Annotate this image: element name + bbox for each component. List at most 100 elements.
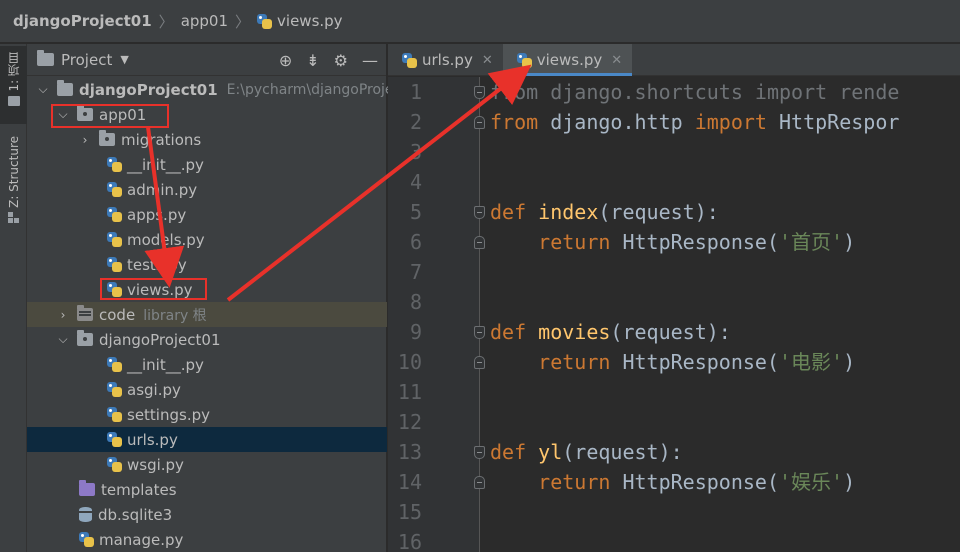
tree-item-tests[interactable]: tests.py (27, 252, 387, 277)
line-number-gutter: 1 2 3 4 5 6 7 8 9 10 11 12 13 14 15 16 (388, 77, 480, 552)
tab-urls[interactable]: urls.py ✕ (388, 44, 503, 76)
code-area[interactable]: 1 2 3 4 5 6 7 8 9 10 11 12 13 14 15 16 from django.shor… (388, 77, 960, 552)
code-line-14: return HttpResponse('娱乐') (538, 470, 856, 494)
breadcrumb-folder[interactable]: app01 (181, 12, 228, 30)
tree-item-label: admin.py (127, 180, 198, 199)
caret-down-icon[interactable]: ▼ (120, 53, 128, 66)
breadcrumb-project[interactable]: djangoProject01 (13, 12, 152, 30)
code-line-1: from django.shortcuts import rende (490, 80, 900, 104)
tree-item-label: migrations (121, 130, 202, 149)
tree-item-pkg-init[interactable]: __init__.py (27, 352, 387, 377)
collapse-icon[interactable]: ⇟ (306, 51, 319, 70)
tree-item-label: manage.py (99, 530, 184, 549)
project-view-selector[interactable]: Project (61, 51, 112, 69)
tree-item-models[interactable]: models.py (27, 227, 387, 252)
python-file-icon (107, 382, 122, 397)
editor: urls.py ✕ views.py ✕ 1 2 3 4 5 6 7 8 9 10 11 12 13 14… (388, 44, 960, 552)
chevron-right-icon[interactable]: › (79, 133, 91, 147)
tree-item-label: templates (101, 480, 177, 499)
tree-item-apps[interactable]: apps.py (27, 202, 387, 227)
structure-tool-tab[interactable]: Z: Structure (0, 136, 27, 246)
python-file-icon (107, 232, 122, 247)
tree-item-app01-init[interactable]: __init__.py (27, 152, 387, 177)
line-number: 2 (409, 110, 422, 134)
tree-item-label: __init__.py (127, 355, 204, 374)
close-icon[interactable]: ✕ (482, 53, 493, 68)
breadcrumb-file[interactable]: views.py (257, 12, 343, 30)
folder-icon (7, 95, 20, 106)
chevron-right-icon: 〉 (235, 12, 251, 31)
line-number: 11 (397, 380, 422, 404)
chevron-right-icon[interactable]: › (57, 308, 69, 322)
breadcrumb-file-label: views.py (277, 12, 343, 30)
fold-marker-icon[interactable] (474, 356, 485, 369)
target-icon[interactable]: ⊕ (279, 51, 292, 70)
tab-label: views.py (536, 51, 603, 69)
fold-marker-icon[interactable] (474, 236, 485, 249)
tree-item-label: djangoProject01 (79, 80, 218, 99)
close-icon[interactable]: ✕ (611, 53, 622, 68)
tree-item-templates[interactable]: templates (27, 477, 387, 502)
folder-icon (37, 50, 54, 66)
tree-item-urls[interactable]: urls.py (27, 427, 387, 452)
line-number: 4 (409, 170, 422, 194)
templates-folder-icon (79, 480, 95, 496)
tree-item-pkg[interactable]: ⌵ djangoProject01 (27, 327, 387, 352)
tree-item-asgi[interactable]: asgi.py (27, 377, 387, 402)
line-number: 16 (397, 530, 422, 552)
tree-item-manage[interactable]: manage.py (27, 527, 387, 552)
tree-item-label: db.sqlite3 (98, 505, 173, 524)
python-file-icon (107, 282, 122, 297)
tree-item-views[interactable]: views.py (27, 277, 387, 302)
package-folder-icon (77, 105, 93, 121)
tree-item-settings[interactable]: settings.py (27, 402, 387, 427)
python-file-icon (107, 432, 122, 447)
python-file-icon (79, 532, 94, 547)
tree-item-label: models.py (127, 230, 205, 249)
gear-icon[interactable]: ⚙ (334, 51, 348, 70)
fold-marker-icon[interactable] (474, 86, 485, 99)
fold-marker-icon[interactable] (474, 446, 485, 459)
chevron-down-icon[interactable]: ⌵ (57, 332, 69, 347)
python-file-icon (516, 52, 532, 68)
line-number: 12 (397, 410, 422, 434)
python-file-icon (257, 13, 273, 29)
library-folder-icon (77, 305, 93, 321)
chevron-down-icon[interactable]: ⌵ (57, 107, 69, 122)
tab-views[interactable]: views.py ✕ (502, 44, 633, 76)
python-file-icon (402, 52, 417, 68)
python-file-icon (107, 257, 122, 272)
breadcrumb: djangoProject01 〉 app01 〉 views.py (0, 0, 960, 43)
code-line-6: return HttpResponse('首页') (538, 230, 856, 254)
tool-window-strip: 1: 项目 Z: Structure (0, 44, 27, 552)
project-path: E:\pycharm\djangoProje (226, 81, 394, 98)
tree-item-admin[interactable]: admin.py (27, 177, 387, 202)
python-file-icon (107, 182, 122, 197)
chevron-down-icon[interactable]: ⌵ (37, 82, 49, 97)
tree-item-db[interactable]: db.sqlite3 (27, 502, 387, 527)
tree-item-migrations[interactable]: › migrations (27, 127, 387, 152)
editor-tab-bar: urls.py ✕ views.py ✕ (388, 44, 960, 76)
tree-item-app01[interactable]: ⌵ app01 (27, 102, 387, 127)
tree-item-label: wsgi.py (127, 455, 184, 474)
tree-item-code[interactable]: › code library 根 (27, 302, 387, 327)
code-line-10: return HttpResponse('电影') (538, 350, 856, 374)
tree-item-root[interactable]: ⌵ djangoProject01 E:\pycharm\djangoProje (27, 77, 394, 102)
minimize-icon[interactable]: — (362, 51, 378, 70)
fold-marker-icon[interactable] (474, 206, 485, 219)
line-number: 1 (409, 80, 422, 104)
tree-item-label: djangoProject01 (99, 330, 221, 349)
line-number: 5 (409, 200, 422, 224)
tree-item-label: tests.py (127, 255, 187, 274)
fold-marker-icon[interactable] (474, 326, 485, 339)
project-tool-tab-label: 1: 项目 (7, 52, 21, 92)
fold-marker-icon[interactable] (474, 476, 485, 489)
tree-item-label: urls.py (127, 430, 178, 449)
line-number: 13 (397, 440, 422, 464)
line-number: 15 (397, 500, 422, 524)
tree-item-wsgi[interactable]: wsgi.py (27, 452, 387, 477)
line-number: 10 (397, 350, 422, 374)
project-tool-tab[interactable]: 1: 项目 (0, 46, 27, 124)
fold-marker-icon[interactable] (474, 116, 485, 129)
python-file-icon (107, 357, 122, 372)
